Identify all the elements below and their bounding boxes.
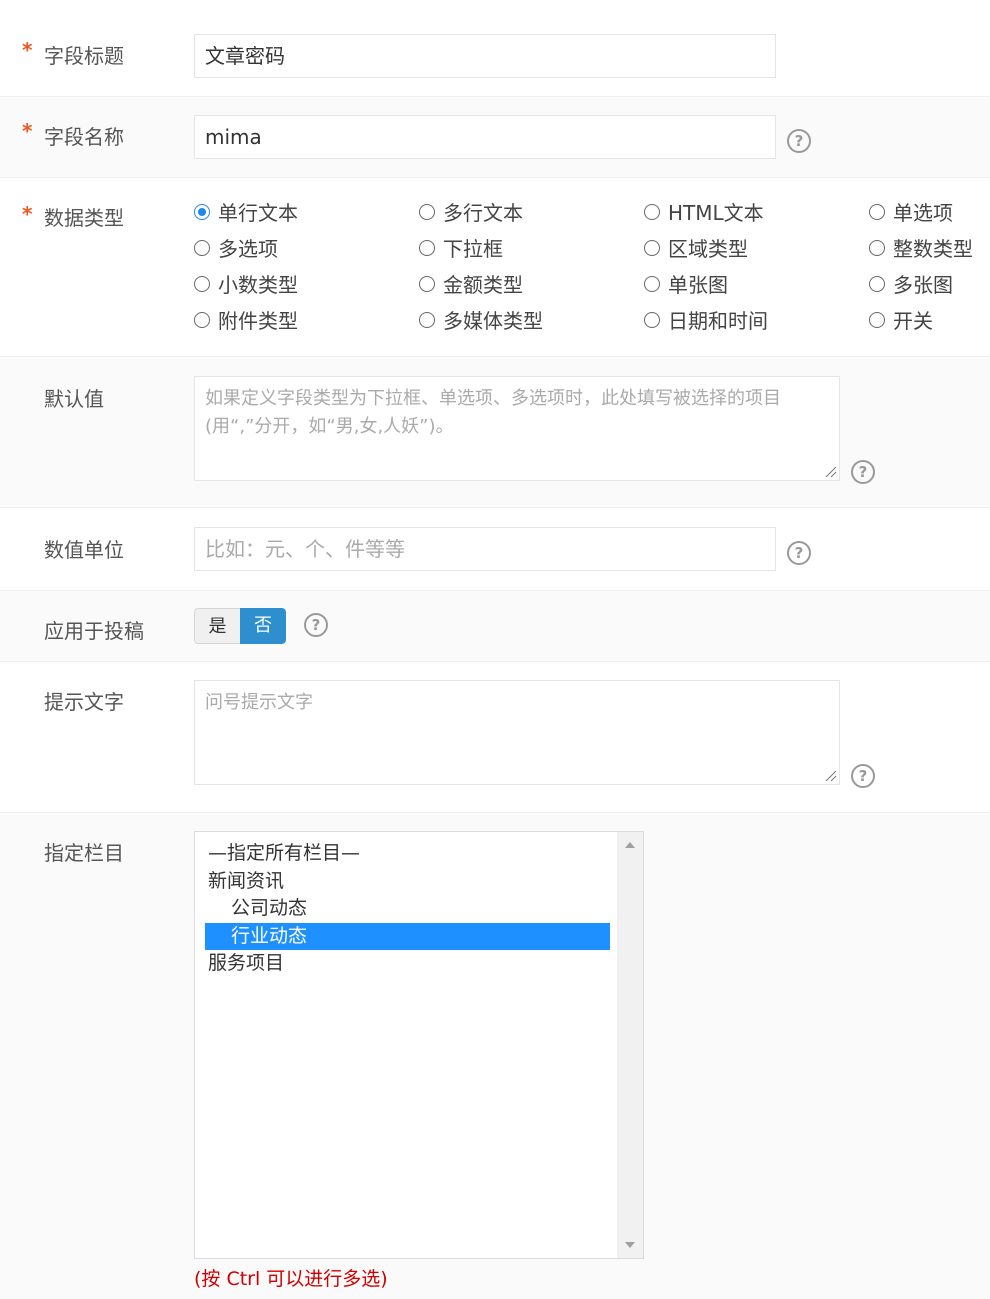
default-value-textarea[interactable]: 如果定义字段类型为下拉框、单选项、多选项时，此处填写被选择的项目(用“,”分开，… — [194, 376, 840, 481]
row-unit: 数值单位 比如：元、个、件等等 ? — [0, 508, 990, 591]
row-default-value: 默认值 如果定义字段类型为下拉框、单选项、多选项时，此处填写被选择的项目(用“,… — [0, 357, 990, 508]
resize-grip-icon[interactable] — [825, 466, 837, 478]
hint-text-label: 提示文字 — [44, 690, 124, 714]
radio-button[interactable] — [419, 204, 435, 220]
radio-label: 下拉框 — [443, 237, 503, 261]
apply-submission-toggle[interactable]: 是 否 — [194, 608, 286, 644]
hint-text-textarea[interactable]: 问号提示文字 — [194, 680, 840, 785]
radio-label: 日期和时间 — [668, 309, 768, 333]
category-listbox[interactable]: —指定所有栏目— 新闻资讯 公司动态 行业动态 服务项目 — [194, 831, 644, 1259]
radio-button[interactable] — [869, 276, 885, 292]
required-mark: * — [22, 119, 33, 143]
radio-label: 多媒体类型 — [443, 309, 543, 333]
field-name-label: 字段名称 — [44, 125, 124, 149]
radio-button[interactable] — [644, 312, 660, 328]
scroll-down-arrow-icon[interactable] — [625, 1242, 635, 1248]
radio-button[interactable] — [419, 312, 435, 328]
question-circle-icon[interactable]: ? — [787, 129, 811, 153]
radio-label: 单张图 — [668, 273, 728, 297]
default-value-label: 默认值 — [44, 387, 104, 411]
multi-select-hint: (按 Ctrl 可以进行多选) — [194, 1268, 388, 1290]
radio-button[interactable] — [419, 240, 435, 256]
row-hint-text: 提示文字 问号提示文字 ? — [0, 662, 990, 813]
field-title-label: 字段标题 — [44, 44, 124, 68]
radio-label: 单选项 — [893, 201, 953, 225]
radio-label: 单行文本 — [218, 201, 298, 225]
required-mark: * — [22, 38, 33, 62]
field-title-input[interactable]: 文章密码 — [194, 34, 776, 78]
radio-button[interactable] — [194, 312, 210, 328]
radio-button[interactable] — [869, 240, 885, 256]
row-apply-submission: 应用于投稿 ? — [0, 591, 990, 662]
radio-label: 小数类型 — [218, 273, 298, 297]
field-name-input[interactable]: mima — [194, 115, 776, 159]
resize-grip-icon[interactable] — [825, 770, 837, 782]
radio-label: 附件类型 — [218, 309, 298, 333]
radio-button[interactable] — [644, 240, 660, 256]
category-option[interactable]: 公司动态 — [205, 895, 610, 923]
radio-button[interactable] — [869, 204, 885, 220]
radio-button[interactable] — [419, 276, 435, 292]
scroll-up-arrow-icon[interactable] — [625, 842, 635, 848]
row-data-type: * 数据类型 单行文本 多行文本 HTML文本 单选项多选项 下拉框 区域类型 整数类型小数… — [0, 178, 990, 357]
category-option[interactable]: 新闻资讯 — [205, 868, 610, 896]
radio-button[interactable] — [644, 276, 660, 292]
data-type-label: 数据类型 — [44, 206, 124, 230]
apply-submission-label: 应用于投稿 — [44, 619, 144, 643]
question-circle-icon[interactable]: ? — [304, 613, 328, 637]
category-option[interactable]: 服务项目 — [205, 950, 610, 978]
row-field-title: * 字段标题 文章密码 — [0, 0, 990, 97]
radio-label: 区域类型 — [668, 237, 748, 261]
radio-label: 开关 — [893, 309, 933, 333]
radio-button[interactable] — [194, 204, 210, 220]
listbox-scrollbar[interactable] — [617, 832, 643, 1258]
unit-label: 数值单位 — [44, 538, 124, 562]
category-label: 指定栏目 — [44, 841, 124, 865]
category-option[interactable]: 行业动态 — [205, 922, 610, 950]
toggle-no-button[interactable]: 否 — [240, 608, 286, 644]
radio-label: HTML文本 — [668, 201, 764, 225]
radio-button[interactable] — [869, 312, 885, 328]
radio-button[interactable] — [644, 204, 660, 220]
radio-label: 整数类型 — [893, 237, 973, 261]
radio-button[interactable] — [194, 240, 210, 256]
row-field-name: * 字段名称 mima ? — [0, 97, 990, 178]
radio-label: 多选项 — [218, 237, 278, 261]
category-option[interactable]: —指定所有栏目— — [205, 840, 610, 868]
unit-input[interactable]: 比如：元、个、件等等 — [194, 527, 776, 571]
toggle-yes-button[interactable]: 是 — [194, 608, 240, 644]
radio-button[interactable] — [194, 276, 210, 292]
question-circle-icon[interactable]: ? — [851, 460, 875, 484]
radio-label: 金额类型 — [443, 273, 523, 297]
radio-label: 多行文本 — [443, 201, 523, 225]
required-mark: * — [22, 202, 33, 226]
question-circle-icon[interactable]: ? — [787, 541, 811, 565]
radio-label: 多张图 — [893, 273, 953, 297]
question-circle-icon[interactable]: ? — [851, 764, 875, 788]
